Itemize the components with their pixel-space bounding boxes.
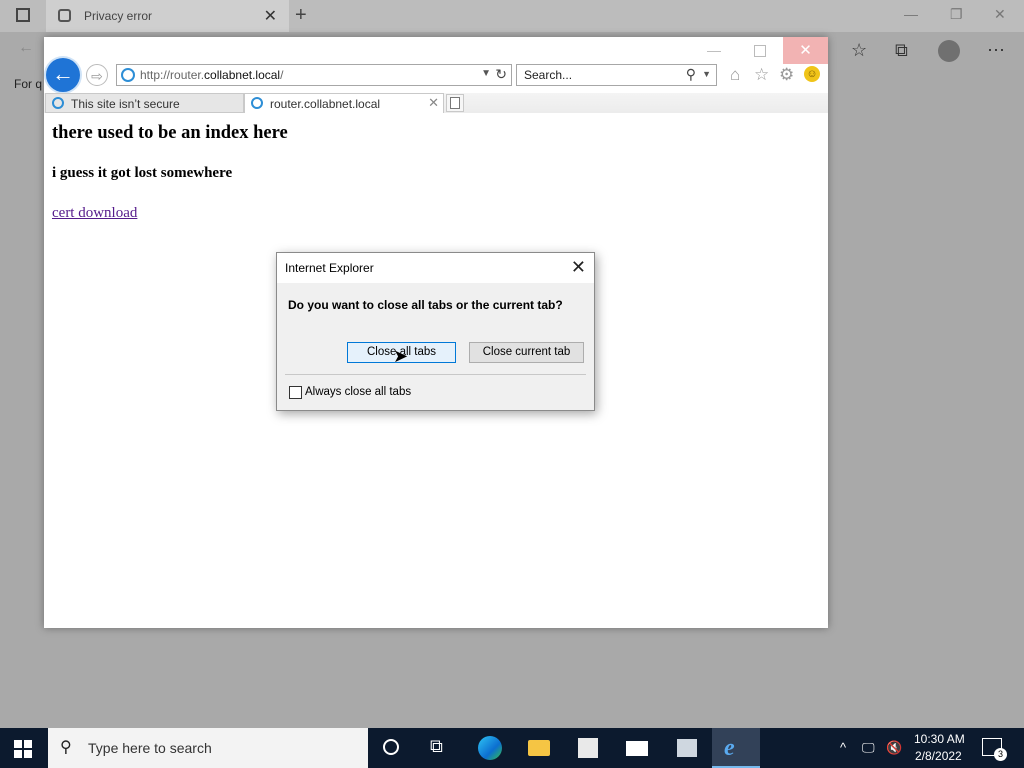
network-status-icon[interactable]: 🖵 [862, 740, 875, 756]
search-icon[interactable]: ⚲ [686, 66, 696, 83]
address-bar[interactable]: http://router.collabnet.local/ ▼ ↻ [116, 64, 512, 86]
tab-actions-icon[interactable] [16, 8, 30, 22]
task-view-icon[interactable]: ⧉ [430, 736, 454, 760]
shield-icon [58, 9, 71, 22]
ie-page-icon [121, 68, 135, 82]
new-tab-button[interactable] [446, 94, 464, 112]
more-icon[interactable]: ⋯ [987, 40, 1005, 61]
network-app-icon[interactable] [677, 739, 697, 757]
file-explorer-icon[interactable] [528, 740, 550, 756]
new-tab-icon[interactable]: + [295, 4, 307, 27]
page-content: there used to be an index here i guess i… [52, 123, 288, 221]
home-icon[interactable]: ⌂ [730, 65, 740, 85]
edge-tab-privacy-error[interactable]: Privacy error ✕ [46, 0, 289, 32]
favorites-star-icon[interactable]: ☆ [754, 65, 769, 85]
store-icon[interactable] [578, 738, 598, 758]
feedback-smiley-icon[interactable]: ☺ [804, 66, 820, 82]
internet-explorer-icon[interactable]: e [724, 736, 748, 760]
search-icon: ⚲ [60, 739, 72, 756]
clock-time[interactable]: 10:30 AM [914, 732, 965, 746]
edge-icon[interactable] [478, 736, 502, 760]
edge-close-icon[interactable]: ✕ [994, 6, 1006, 23]
edge-tab-close-icon[interactable]: ✕ [264, 6, 277, 26]
always-close-all-label[interactable]: Always close all tabs [305, 386, 411, 398]
always-close-all-checkbox[interactable] [289, 386, 302, 399]
taskbar-search-placeholder: Type here to search [88, 740, 212, 756]
tools-gear-icon[interactable]: ⚙ [779, 65, 794, 85]
collections-icon[interactable]: ⧉ [895, 40, 908, 61]
cortana-icon[interactable] [383, 739, 399, 755]
cert-download-link[interactable]: cert download [52, 205, 137, 222]
taskbar: ⚲ Type here to search ⧉ e ^ 🖵 🔇 10:30 AM… [0, 728, 1024, 768]
edge-page-snippet: For q [14, 77, 43, 91]
dialog-titlebar: Internet Explorer ✕ [277, 253, 594, 283]
ie-maximize-icon[interactable] [754, 45, 766, 57]
page-heading: there used to be an index here [52, 123, 288, 143]
search-placeholder: Search... [524, 68, 573, 82]
taskbar-search-box[interactable]: ⚲ Type here to search [48, 728, 368, 768]
edge-minimize-icon[interactable]: — [904, 6, 918, 22]
search-box[interactable]: Search... ⚲ ▼ [516, 64, 717, 86]
address-dropdown-icon[interactable]: ▼ [481, 68, 491, 79]
tab-router-collabnet-local[interactable]: router.collabnet.local ✕ [244, 93, 444, 113]
page-subheading: i guess it got lost somewhere [52, 165, 233, 181]
tab-label: This site isn’t secure [71, 97, 180, 111]
mouse-cursor-icon: ➤ [393, 346, 409, 366]
notification-count: 3 [994, 748, 1007, 761]
tab-this-site-isnt-secure[interactable]: This site isn’t secure [45, 93, 244, 113]
start-button[interactable] [14, 740, 32, 758]
address-url: http://router.collabnet.local/ [140, 68, 284, 82]
close-tabs-dialog: Internet Explorer ✕ Do you want to close… [276, 252, 595, 411]
volume-muted-icon[interactable]: 🔇 [886, 740, 902, 756]
close-current-tab-button[interactable]: Close current tab [469, 342, 584, 363]
edge-tab-title: Privacy error [84, 9, 153, 23]
search-dropdown-icon[interactable]: ▼ [702, 69, 711, 79]
edge-restore-icon[interactable]: ❐ [950, 6, 963, 23]
back-icon[interactable]: ← [18, 39, 34, 57]
forward-button[interactable]: ⇨ [86, 64, 108, 86]
tab-close-icon[interactable]: ✕ [428, 95, 439, 111]
clock-date[interactable]: 2/8/2022 [915, 749, 962, 763]
new-tab-icon [450, 97, 460, 109]
dialog-divider [285, 374, 586, 375]
tab-label: router.collabnet.local [270, 97, 381, 111]
ie-tab-icon [52, 97, 64, 109]
favorites-icon[interactable]: ☆ [851, 40, 867, 61]
dialog-title: Internet Explorer [285, 261, 374, 275]
refresh-icon[interactable]: ↻ [495, 66, 507, 83]
mail-icon[interactable] [626, 741, 648, 756]
show-hidden-icons-icon[interactable]: ^ [840, 740, 846, 755]
profile-icon[interactable] [938, 40, 960, 62]
ie-tab-icon [251, 97, 263, 109]
ie-close-button[interactable]: ✕ [783, 37, 828, 64]
dialog-question: Do you want to close all tabs or the cur… [288, 298, 563, 312]
ie-minimize-icon[interactable]: — [707, 42, 721, 58]
dialog-close-icon[interactable]: ✕ [571, 257, 586, 278]
back-button[interactable]: ← [46, 58, 80, 92]
